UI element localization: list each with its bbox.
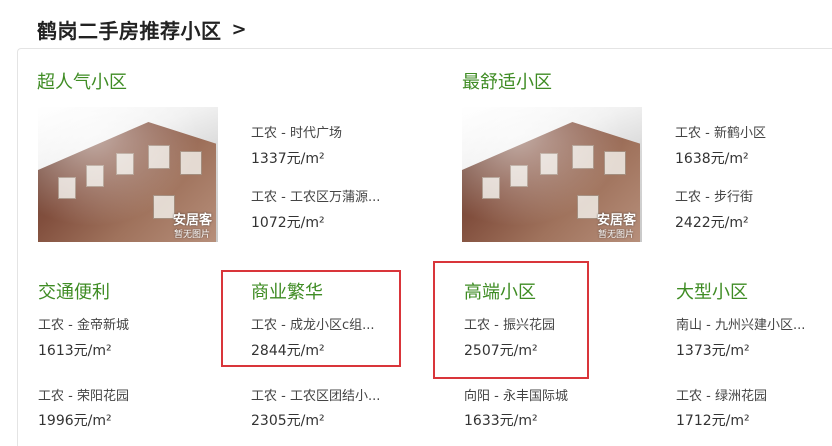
- highlight-box-premium: [433, 261, 589, 379]
- community-link[interactable]: 工农 - 金帝新城: [38, 314, 129, 333]
- community-price: 1072元/m²: [251, 215, 325, 231]
- community-price: 1712元/m²: [676, 413, 750, 429]
- anjuke-logo: 安居客: [596, 213, 636, 228]
- community-price: 2422元/m²: [675, 215, 749, 231]
- community-link[interactable]: 工农 - 工农区团结小...: [251, 385, 380, 404]
- page-title[interactable]: 鹤岗二手房推荐小区: [37, 15, 222, 44]
- community-link[interactable]: 工农 - 时代广场: [251, 122, 342, 141]
- highlight-box-commercial: [221, 270, 401, 367]
- community-thumbnail[interactable]: 安居客 暂无图片: [38, 107, 218, 242]
- community-link[interactable]: 向阳 - 永丰国际城: [464, 385, 568, 404]
- community-link[interactable]: 南山 - 九州兴建小区...: [676, 314, 805, 333]
- anjuke-logo: 安居客: [172, 213, 212, 228]
- community-price: 1613元/m²: [38, 343, 112, 359]
- more-arrow-icon[interactable]: >: [232, 19, 247, 40]
- group-title-popular[interactable]: 超人气小区: [37, 68, 127, 94]
- community-price: 1996元/m²: [38, 413, 112, 429]
- community-link[interactable]: 工农 - 工农区万蒲源...: [251, 186, 380, 205]
- community-price: 1638元/m²: [675, 151, 749, 167]
- community-link[interactable]: 工农 - 步行街: [675, 186, 753, 205]
- community-price: 1373元/m²: [676, 343, 750, 359]
- section-header[interactable]: 鹤岗二手房推荐小区 >: [37, 14, 247, 44]
- group-title-large[interactable]: 大型小区: [676, 278, 748, 304]
- no-image-label: 暂无图片: [173, 230, 210, 240]
- community-price: 1633元/m²: [464, 413, 538, 429]
- community-link[interactable]: 工农 - 新鹤小区: [675, 122, 766, 141]
- community-link[interactable]: 工农 - 绿洲花园: [676, 385, 767, 404]
- community-price: 1337元/m²: [251, 151, 325, 167]
- community-price: 2305元/m²: [251, 413, 325, 429]
- community-link[interactable]: 工农 - 荣阳花园: [38, 385, 129, 404]
- community-thumbnail[interactable]: 安居客 暂无图片: [462, 107, 642, 242]
- group-title-transport[interactable]: 交通便利: [38, 278, 110, 304]
- no-image-label: 暂无图片: [597, 230, 634, 240]
- group-title-comfortable[interactable]: 最舒适小区: [462, 68, 552, 94]
